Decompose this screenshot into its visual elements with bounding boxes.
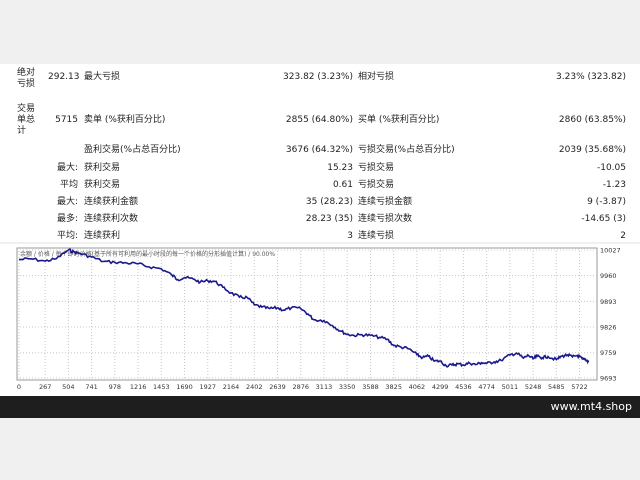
y-tick-label: 10027 [600,247,621,255]
x-tick-label: 2876 [292,383,309,391]
x-tick-label: 1216 [130,383,147,391]
x-tick-label: 2164 [223,383,240,391]
x-tick-label: 2402 [246,383,263,391]
balance-chart: 余额 / 价格 / 每个即时价格(基于所有可利用的最小时段的每一个价格的分形插值… [16,247,621,391]
x-tick-label: 1927 [199,383,216,391]
x-tick-label: 0 [17,383,21,391]
row-value-left: 28.23 (35) [305,214,353,224]
x-tick-label: 5485 [548,383,565,391]
x-tick-label: 504 [62,383,74,391]
x-tick-label: 3825 [385,383,402,391]
max-loss-label: 最大亏损 [84,72,121,82]
rel-loss-label: 相对亏损 [358,72,395,82]
row-label-right: 亏损交易 [358,163,395,173]
row-prefix: 平均 [59,180,78,190]
y-tick-label: 9893 [600,298,617,306]
x-tick-label: 4774 [478,383,495,391]
balance-chart-panel: 余额 / 价格 / 每个即时价格(基于所有可利用的最小时段的每一个价格的分形插值… [0,244,640,396]
row-prefix: 最多: [56,214,78,224]
short-trades-label: 卖单 (%获利百分比) [84,115,166,125]
row-prefix: 最大: [56,197,78,207]
x-tick-label: 978 [109,383,121,391]
row-label-left: 获利交易 [84,163,121,173]
total-trades-label: 交易 单总 计 [17,104,36,136]
loss-trades-label: 亏损交易(%占总百分比) [358,145,455,155]
footer-bar: www.mt4.shop [0,396,640,418]
footer-site-text: www.mt4.shop [550,400,632,413]
row-prefix: 最大: [56,163,78,173]
profit-trades-label: 盈利交易(%占总百分比) [84,145,181,155]
x-tick-label: 741 [85,383,97,391]
x-tick-label: 267 [39,383,51,391]
row-label-right: 亏损交易 [358,180,395,190]
x-tick-label: 2639 [269,383,286,391]
x-tick-label: 3350 [339,383,356,391]
y-tick-label: 9826 [600,324,617,332]
x-tick-label: 1453 [153,383,170,391]
x-tick-label: 4536 [455,383,472,391]
profit-trades-value: 3676 (64.32%) [285,145,353,155]
loss-trades-value: 2039 (35.68%) [558,145,626,155]
row-label-right: 连续亏损 [358,231,395,241]
short-trades-value: 2855 (64.80%) [285,115,353,125]
max-loss-value: 323.82 (3.23%) [283,72,353,82]
abs-loss-label: 绝对 亏损 [17,68,36,89]
row-value-left: 35 (28.23) [305,197,353,207]
strategy-report: 绝对 亏损 292.13 最大亏损 323.82 (3.23%) 相对亏损 3.… [0,64,640,242]
x-tick-label: 4062 [409,383,426,391]
x-tick-label: 4299 [432,383,449,391]
row-value-right: -1.23 [602,180,626,190]
row-label-right: 连续亏损次数 [358,214,413,224]
row-label-left: 连续获利金额 [84,197,139,207]
x-tick-label: 5722 [571,383,588,391]
row-prefix: 平均: [56,231,78,241]
row-value-right: 2 [620,231,626,241]
row-label-right: 连续亏损金额 [358,197,413,207]
row-value-left: 0.61 [332,180,353,190]
long-trades-label: 买单 (%获利百分比) [358,115,440,125]
x-tick-label: 3588 [362,383,379,391]
x-tick-label: 3113 [316,383,333,391]
total-trades-value: 5715 [55,115,78,125]
y-tick-label: 9960 [600,272,617,280]
x-tick-label: 1690 [176,383,193,391]
y-tick-label: 9693 [600,375,617,383]
long-trades-value: 2860 (63.85%) [558,115,626,125]
x-tick-labels: 0 267 504 741 978 1216 1453 1690 1927 2164 2402 263… [17,383,588,391]
y-tick-labels: 10027 9960 9893 9826 9759 9693 [600,247,621,383]
row-value-right: -10.05 [596,163,626,173]
abs-loss-value: 292.13 [48,72,80,82]
row-value-right: -14.65 (3) [581,214,626,224]
y-tick-label: 9759 [600,349,617,357]
row-label-left: 连续获利次数 [84,214,139,224]
row-value-right: 9 (-3.87) [587,197,626,207]
row-value-left: 15.23 [327,163,353,173]
row-label-left: 获利交易 [84,180,121,190]
x-tick-label: 5011 [502,383,519,391]
x-tick-label: 5248 [525,383,542,391]
row-value-left: 3 [347,231,353,241]
row-label-left: 连续获利 [84,231,121,241]
rel-loss-value: 3.23% (323.82) [556,72,626,82]
